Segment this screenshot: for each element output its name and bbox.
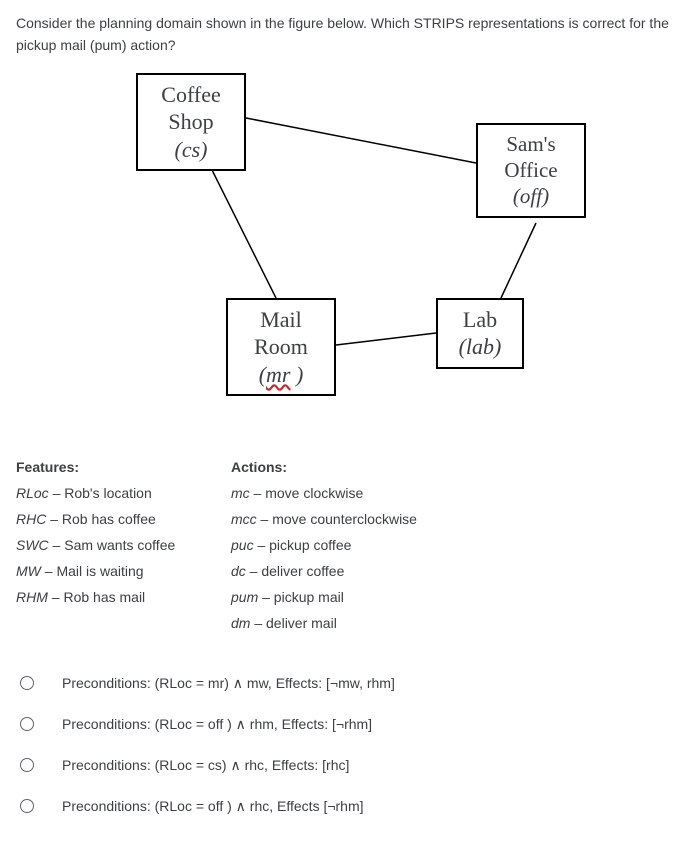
feature-item: RLoc – Rob's location [16,485,211,501]
node-sam-line2: Office [488,157,574,183]
option-text: Preconditions: (RLoc = off ) ∧ rhm, Effe… [62,716,372,733]
node-coffee-shop: Coffee Shop (cs) [136,73,246,172]
node-coffee-abbr: (cs) [148,136,234,164]
node-mail-abbr: (mr ) [238,361,324,389]
feature-item: MW – Mail is waiting [16,563,211,579]
option-text: Preconditions: (RLoc = cs) ∧ rhc, Effect… [62,757,349,774]
radio-icon[interactable] [20,758,34,772]
action-item: pum – pickup mail [231,589,417,605]
node-coffee-line1: Coffee [148,81,234,109]
actions-heading: Actions: [231,459,417,475]
feature-item: SWC – Sam wants coffee [16,537,211,553]
option-row[interactable]: Preconditions: (RLoc = cs) ∧ rhc, Effect… [16,745,682,786]
action-item: mc – move clockwise [231,485,417,501]
feature-item: RHC – Rob has coffee [16,511,211,527]
question-text: Consider the planning domain shown in th… [16,12,682,57]
option-text: Preconditions: (RLoc = mr) ∧ mw, Effects… [62,675,395,692]
node-sams-office: Sam's Office (off) [476,123,586,218]
radio-icon[interactable] [20,799,34,813]
action-item: puc – pickup coffee [231,537,417,553]
node-mail-line2: Room [238,333,324,361]
node-lab-abbr: (lab) [448,333,512,361]
node-lab-line1: Lab [448,306,512,334]
radio-icon[interactable] [20,676,34,690]
action-item: mcc – move counterclockwise [231,511,417,527]
node-sam-abbr: (off) [488,183,574,209]
features-heading: Features: [16,459,211,475]
actions-column: Actions: mc – move clockwise mcc – move … [231,459,417,641]
action-item: dc – deliver coffee [231,563,417,579]
option-text: Preconditions: (RLoc = off ) ∧ rhc, Effe… [62,798,364,815]
option-row[interactable]: Preconditions: (RLoc = off ) ∧ rhc, Effe… [16,786,682,827]
node-sam-line1: Sam's [488,131,574,157]
node-mail-room: Mail Room (mr ) [226,298,336,397]
node-coffee-line2: Shop [148,108,234,136]
radio-icon[interactable] [20,717,34,731]
node-lab: Lab (lab) [436,298,524,369]
option-row[interactable]: Preconditions: (RLoc = off ) ∧ rhm, Effe… [16,704,682,745]
node-mail-line1: Mail [238,306,324,334]
option-row[interactable]: Preconditions: (RLoc = mr) ∧ mw, Effects… [16,663,682,704]
features-column: Features: RLoc – Rob's location RHC – Ro… [16,459,211,641]
feature-item: RHM – Rob has mail [16,589,211,605]
action-item: dm – deliver mail [231,615,417,631]
planning-domain-figure: Coffee Shop (cs) Sam's Office (off) Mail… [106,73,682,453]
definitions-section: Features: RLoc – Rob's location RHC – Ro… [16,459,682,641]
answer-options: Preconditions: (RLoc = mr) ∧ mw, Effects… [16,663,682,827]
